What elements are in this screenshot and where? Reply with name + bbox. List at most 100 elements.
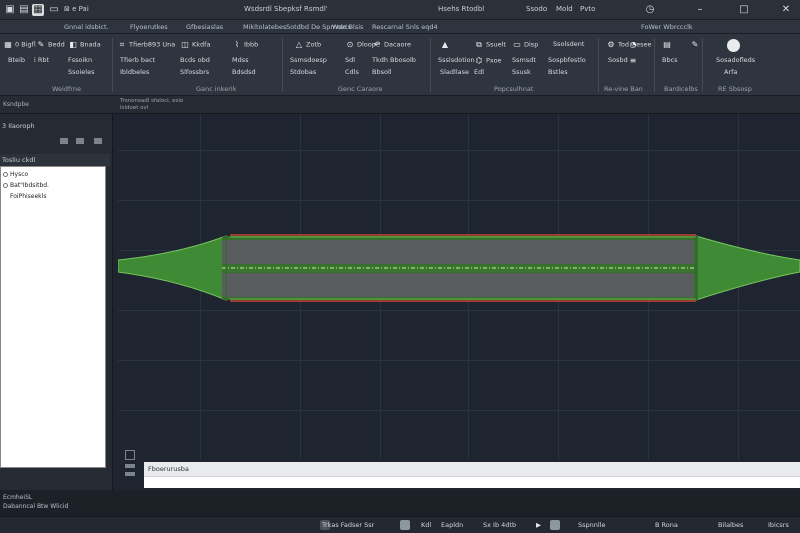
ribbon-small-13[interactable]: Tkdh Bbosolb — [372, 56, 416, 65]
ribbon-button-17[interactable]: ✎ — [690, 40, 702, 50]
panel-tool-icon[interactable] — [76, 138, 84, 144]
ribbon-button-4[interactable]: ⌗ Tfierb893 Una — [117, 40, 175, 50]
status-item-3[interactable]: Eapldn — [441, 521, 463, 529]
ribbon-small-4[interactable]: Ssoieles — [68, 68, 95, 77]
quick-access-icon[interactable]: ▦ — [32, 4, 44, 16]
sphere-icon[interactable] — [727, 39, 740, 52]
tree-item[interactable]: FoiPhiseekls — [3, 193, 46, 200]
command-bar[interactable]: Fboerurusba — [144, 462, 800, 476]
console-icon[interactable] — [125, 464, 135, 468]
status-icon[interactable] — [400, 520, 410, 530]
ribbon-small-11[interactable]: Ssmsdoesp — [290, 56, 327, 65]
doc-icon: ▤ — [663, 40, 671, 49]
ribbon-button-10[interactable]: ▲ — [440, 40, 452, 50]
ribbon-button-2[interactable]: ✎ Bedd — [36, 40, 65, 50]
status-item-7[interactable]: Bilalbes — [718, 521, 743, 529]
ribbon-button-15[interactable]: ◔ — [628, 40, 640, 50]
status-icon[interactable] — [550, 520, 560, 530]
ribbon-button-11[interactable]: ⧉ Ssuelt — [474, 40, 506, 50]
close-icon[interactable]: ✕ — [780, 4, 792, 16]
ribbon-small-17[interactable]: Ssslsdotion — [438, 56, 475, 65]
group-separator — [282, 38, 283, 92]
console-icon[interactable] — [125, 450, 135, 460]
file-tab-label[interactable]: ⊠ e Pai — [64, 5, 89, 13]
menu-item-6[interactable]: Wdo Blsis — [332, 23, 363, 31]
status-item-2[interactable]: Kdl — [421, 521, 431, 529]
ribbon-small-8[interactable]: Ibldbeles — [120, 68, 149, 77]
minimize-icon[interactable]: – — [694, 4, 706, 16]
ribbon-button-7[interactable]: △ Zotb — [294, 40, 321, 50]
ribbon-small-1[interactable]: Bteib — [8, 56, 25, 65]
tree-item[interactable]: Bat"Ibdsitbd. — [3, 182, 49, 189]
ribbon-small-25[interactable]: Sosbd — [608, 56, 628, 65]
menu-item-1[interactable]: Gnnal idsbict. — [64, 23, 109, 31]
title-right-label-2[interactable]: Ssodo — [526, 5, 547, 13]
ribbon-small-24[interactable]: Bstles — [548, 68, 568, 77]
ribbon-small-18[interactable]: ⌬ Pxoe — [474, 56, 502, 66]
help-icon[interactable]: ◷ — [644, 4, 656, 16]
panel-section-header[interactable]: Tosliu ckdl — [0, 154, 110, 166]
save-icon[interactable]: ▭ — [48, 4, 60, 16]
ribbon-small-20[interactable]: Sospbfestlo — [548, 56, 586, 65]
group-label-6: Bardicelbs — [664, 85, 698, 93]
status-item-4[interactable]: Sx Ib 4dtb — [483, 521, 516, 529]
model-tree: Hysco Bat"Ibdsitbd. FoiPhiseekls — [0, 166, 106, 468]
ribbon-small-28[interactable]: Sosadofleds — [716, 56, 755, 65]
status-item-5[interactable]: Sspnnlle — [578, 521, 606, 529]
ribbon-button-16[interactable]: ▤ — [662, 40, 674, 50]
panel-tool-icon[interactable] — [60, 138, 68, 144]
title-right-label-1[interactable]: Hsehs Rtodbl — [438, 5, 484, 13]
ribbon-button-5[interactable]: ◫ Kkdfa — [180, 40, 210, 50]
status-item-8[interactable]: Ibicsrs — [768, 521, 789, 529]
ribbon-small-10[interactable]: Bdsdsd — [232, 68, 256, 77]
ribbon-small-16[interactable]: Bbsoll — [372, 68, 392, 77]
ribbon-small-21[interactable]: Sladllase — [440, 68, 469, 77]
ribbon-small-26[interactable]: ≡ — [628, 56, 640, 66]
ribbon-button-13[interactable]: Ssolsdent — [553, 40, 584, 49]
command-input[interactable] — [144, 476, 800, 488]
status-item-1[interactable]: Trkas Fadser Ssr — [322, 521, 374, 529]
ribbon-small-2[interactable]: i Rbt — [34, 56, 49, 65]
window-title: Wsdsrdl Sbepksf Rsmdl' — [244, 5, 328, 13]
node-icon — [3, 183, 8, 188]
play-icon[interactable]: ▶ — [536, 521, 541, 529]
ribbon-small-15[interactable]: Cdls — [345, 68, 359, 77]
ribbon-button-12[interactable]: ▭ Disp — [512, 40, 538, 50]
ribbon-small-27[interactable]: Bbcs — [662, 56, 678, 65]
maximize-icon[interactable]: □ — [738, 4, 750, 16]
ribbon-small-22[interactable]: Edl — [474, 68, 484, 77]
ribbon-toolbar: ▦ 0 Bigfl ✎ Bedd ◧ Bnada Bteib i Rbt Fssoik… — [0, 34, 800, 96]
ribbon-small-6[interactable]: Bcds obd — [180, 56, 210, 65]
title-right-label-4[interactable]: Pvto — [580, 5, 595, 13]
model-shape[interactable] — [118, 114, 800, 460]
ribbon-small-14[interactable]: Stdobas — [290, 68, 316, 77]
menu-item-7[interactable]: Rescarnal Snls eqd4 — [372, 23, 438, 31]
app-menu-icon[interactable]: ▣ — [4, 4, 16, 16]
ribbon-button-3[interactable]: ◧ Bnada — [68, 40, 100, 50]
menu-bar: Gnnal idsbict. Flyoerutkes Gfbesiaslas M… — [0, 20, 800, 34]
ribbon-small-23[interactable]: Ssusk — [512, 68, 531, 77]
panel-tool-icon[interactable] — [94, 138, 102, 144]
menu-item-4[interactable]: Mikltolatebes — [243, 23, 286, 31]
title-right-label-3[interactable]: Mold — [556, 5, 573, 13]
tree-item[interactable]: Hysco — [3, 171, 28, 178]
ribbon-button-1[interactable]: ▦ 0 Bigfl — [3, 40, 35, 50]
ribbon-small-12[interactable]: Sdl — [345, 56, 355, 65]
ribbon-small-19[interactable]: Ssmsdt — [512, 56, 536, 65]
menu-item-8[interactable]: FoWer Wbrccclk — [641, 23, 693, 31]
status-item-6[interactable]: B Rona — [655, 521, 678, 529]
ribbon-small-3[interactable]: Fssoikn — [68, 56, 92, 65]
ribbon-small-5[interactable]: Tfierb bact — [120, 56, 155, 65]
display-icon: ▭ — [513, 40, 521, 49]
ribbon-small-9[interactable]: Slfossbrs — [180, 68, 209, 77]
3d-viewport[interactable] — [118, 114, 800, 460]
menu-item-3[interactable]: Gfbesiaslas — [186, 23, 223, 31]
ribbon-small-29[interactable]: Arfa — [724, 68, 737, 77]
ribbon-button-9[interactable]: ↶ Dacaore — [372, 40, 411, 50]
ribbon-small-7[interactable]: Mdss — [232, 56, 249, 65]
console-icon[interactable] — [125, 472, 135, 476]
menu-item-2[interactable]: Flyoerutkes — [130, 23, 168, 31]
new-file-icon[interactable]: ▤ — [18, 4, 30, 16]
wire-icon: ⌗ — [119, 40, 125, 49]
ribbon-button-6[interactable]: ⌇ Ibbb — [232, 40, 258, 50]
